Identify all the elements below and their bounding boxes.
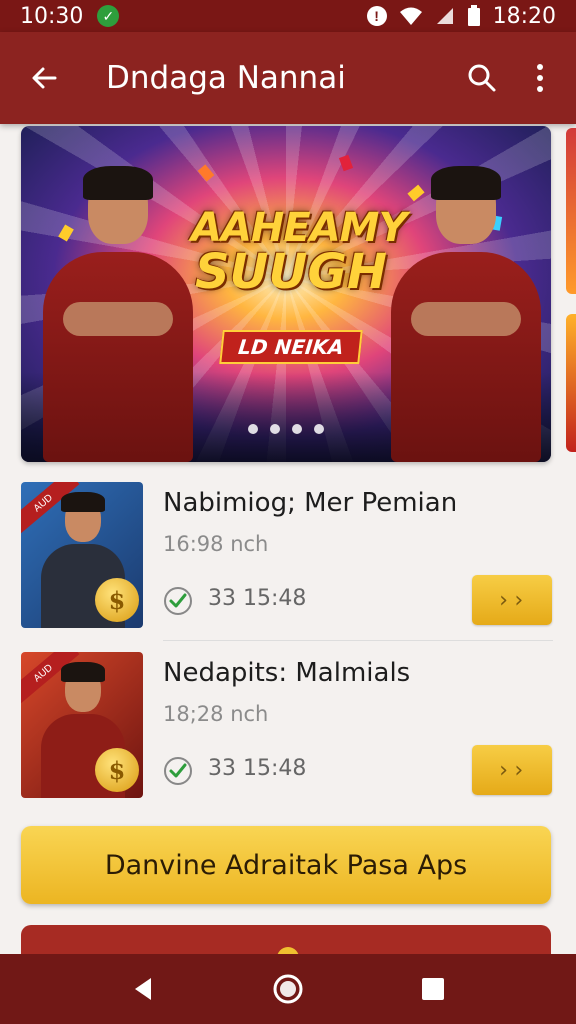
app-bar: Dndaga Nannai bbox=[0, 32, 576, 124]
primary-cta-button[interactable]: Danvine Adraitak Pasa Aps bbox=[21, 826, 551, 904]
promo-banner[interactable]: AAHEAMY SUUGH LD NEIKA bbox=[21, 126, 551, 462]
banner-headline: AAHEAMY SUUGH bbox=[191, 205, 407, 300]
alert-icon: ! bbox=[366, 6, 387, 26]
app-notification-icon: ✓ bbox=[97, 5, 120, 27]
item-meta: 33 15:48 bbox=[208, 756, 307, 781]
arrow-back-icon bbox=[32, 67, 57, 89]
more-dot-icon bbox=[537, 75, 543, 81]
carousel-dot[interactable] bbox=[292, 424, 302, 434]
coin-icon: $ bbox=[95, 748, 139, 792]
divider bbox=[163, 640, 553, 641]
next-banner-peek[interactable] bbox=[566, 128, 576, 294]
more-dot-icon bbox=[537, 64, 543, 70]
banner-headline-line2: SUUGH bbox=[194, 244, 388, 300]
coin-icon: $ bbox=[95, 578, 139, 622]
item-thumbnail: AUD $ bbox=[21, 652, 143, 798]
wifi-icon bbox=[399, 7, 422, 25]
list-item[interactable]: AUD $ Nabimiog; Mer Pemian 16:98 nch 33 … bbox=[0, 482, 576, 638]
check-circle-icon bbox=[164, 587, 192, 615]
more-options-button[interactable] bbox=[520, 58, 560, 98]
system-nav-bar bbox=[0, 954, 576, 1024]
battery-icon bbox=[467, 5, 480, 26]
square-recents-icon bbox=[422, 978, 445, 1000]
status-clock: 18:20 bbox=[492, 3, 556, 29]
status-icons: ! 18:20 bbox=[366, 3, 556, 29]
banner-headline-line1: AAHEAMY bbox=[191, 205, 407, 251]
open-item-button[interactable]: ›› bbox=[472, 745, 552, 795]
banner-tag: LD NEIKA bbox=[219, 330, 363, 364]
nav-recents-button[interactable] bbox=[413, 969, 453, 1009]
carousel-dot[interactable] bbox=[314, 424, 324, 434]
item-title: Nedapits: Malmials bbox=[163, 658, 411, 688]
circle-home-icon bbox=[273, 974, 303, 1004]
nav-home-button[interactable] bbox=[268, 969, 308, 1009]
next-banner-peek[interactable] bbox=[566, 314, 576, 452]
search-button[interactable] bbox=[462, 58, 502, 98]
triangle-back-icon bbox=[134, 978, 151, 1000]
carousel-indicator bbox=[21, 424, 551, 434]
carousel-dot[interactable] bbox=[248, 424, 258, 434]
item-title: Nabimiog; Mer Pemian bbox=[163, 488, 458, 518]
status-bar: 10:30 ✓ ! 18:20 bbox=[0, 0, 576, 32]
list-item[interactable]: AUD $ Nedapits: Malmials 18;28 nch 33 15… bbox=[0, 652, 576, 808]
back-button[interactable] bbox=[24, 58, 64, 98]
player-figure-right bbox=[391, 166, 541, 462]
nav-back-button[interactable] bbox=[123, 969, 163, 1009]
item-subtitle: 16:98 nch bbox=[163, 532, 269, 556]
item-thumbnail: AUD $ bbox=[21, 482, 143, 628]
open-item-button[interactable]: ›› bbox=[472, 575, 552, 625]
signal-icon bbox=[436, 8, 453, 24]
check-circle-icon bbox=[164, 757, 192, 785]
player-figure-left bbox=[43, 166, 193, 462]
page-title: Dndaga Nannai bbox=[106, 60, 346, 96]
search-icon bbox=[468, 64, 496, 92]
item-meta: 33 15:48 bbox=[208, 586, 307, 611]
more-dot-icon bbox=[537, 86, 543, 92]
status-time: 10:30 bbox=[20, 3, 84, 29]
carousel-dot[interactable] bbox=[270, 424, 280, 434]
item-subtitle: 18;28 nch bbox=[163, 702, 269, 726]
